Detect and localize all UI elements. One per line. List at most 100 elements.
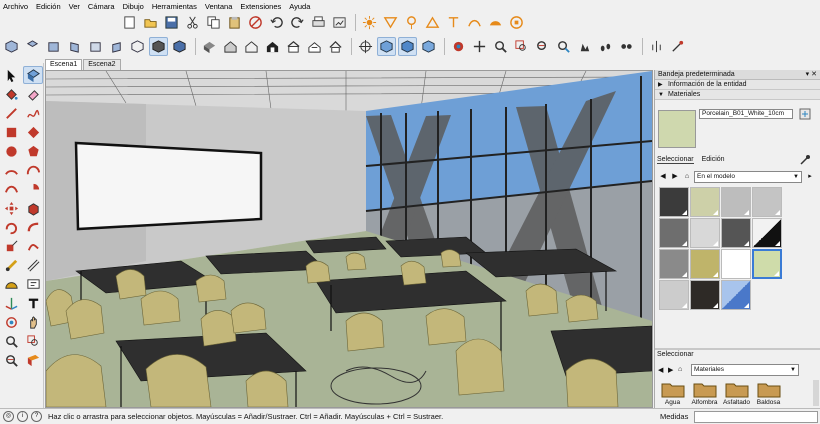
help-icon[interactable]: ?: [31, 411, 42, 422]
menu-herramientas[interactable]: Herramientas: [152, 2, 197, 11]
print-icon[interactable]: [309, 13, 328, 32]
house-4-icon[interactable]: [284, 37, 303, 56]
erase-icon[interactable]: [246, 13, 265, 32]
forward-arrow-icon[interactable]: ▶: [670, 172, 680, 182]
model-info-icon[interactable]: [330, 13, 349, 32]
forward-arrow-icon[interactable]: ▶: [668, 366, 678, 374]
category-asfaltado[interactable]: Asfaltado: [721, 380, 752, 406]
home-icon[interactable]: ⌂: [682, 172, 692, 182]
push-pull-icon[interactable]: [23, 199, 43, 217]
material-name-field[interactable]: Porcelain_B01_White_10cm: [699, 109, 793, 119]
copy-icon[interactable]: [204, 13, 223, 32]
top-view-icon[interactable]: [23, 37, 42, 56]
menu-ayuda[interactable]: Ayuda: [289, 2, 310, 11]
monochrome-icon[interactable]: [170, 37, 189, 56]
material-swatch[interactable]: [690, 249, 720, 279]
material-swatch[interactable]: [659, 187, 689, 217]
tape-measure-icon[interactable]: [1, 256, 21, 274]
rectangle-icon[interactable]: [1, 123, 21, 141]
menu-extensiones[interactable]: Extensiones: [240, 2, 281, 11]
axes-icon[interactable]: [1, 294, 21, 312]
details-arrow-icon[interactable]: ▸: [805, 172, 815, 182]
contour-icon[interactable]: [486, 13, 505, 32]
line-icon[interactable]: [1, 104, 21, 122]
new-file-icon[interactable]: [120, 13, 139, 32]
save-icon[interactable]: [162, 13, 181, 32]
tab-escena2[interactable]: Escena2: [83, 59, 121, 70]
home-icon[interactable]: ⌂: [678, 366, 688, 373]
material-swatch[interactable]: [690, 187, 720, 217]
material-swatch[interactable]: [690, 280, 720, 310]
move-icon[interactable]: [1, 199, 21, 217]
section-plane-icon[interactable]: [356, 37, 375, 56]
open-folder-icon[interactable]: [141, 13, 160, 32]
right-view-icon[interactable]: [65, 37, 84, 56]
previous-view-icon[interactable]: [554, 37, 573, 56]
section-plane-tool-icon[interactable]: [23, 351, 43, 369]
tray-splitter[interactable]: [655, 348, 820, 350]
zoom-icon[interactable]: [491, 37, 510, 56]
rotated-rectangle-icon[interactable]: [23, 123, 43, 141]
zoom-window-icon[interactable]: [512, 37, 531, 56]
sandbox-icon[interactable]: [360, 13, 379, 32]
zoom-view-icon[interactable]: [419, 37, 438, 56]
secondary-library-select[interactable]: Materiales ▼: [691, 363, 799, 376]
house-1-icon[interactable]: [221, 37, 240, 56]
back-arrow-icon[interactable]: ◀: [658, 172, 668, 182]
scale-icon[interactable]: [1, 237, 21, 255]
zoom-window-tool-icon[interactable]: [23, 332, 43, 350]
two-point-arc-icon[interactable]: [23, 161, 43, 179]
material-swatch[interactable]: [752, 249, 782, 279]
menu-ventana[interactable]: Ventana: [205, 2, 233, 11]
category-alfombra[interactable]: Alfombra: [689, 380, 720, 406]
pie-icon[interactable]: [23, 180, 43, 198]
category-agua[interactable]: Agua: [657, 380, 688, 406]
undo-icon[interactable]: [267, 13, 286, 32]
left-view-icon[interactable]: [107, 37, 126, 56]
pan-icon[interactable]: [470, 37, 489, 56]
back-arrow-icon[interactable]: ◀: [658, 366, 668, 374]
panel-entity-info[interactable]: ▶ Información de la entidad: [655, 80, 820, 90]
offset-icon[interactable]: [23, 237, 43, 255]
look-around-icon[interactable]: [617, 37, 636, 56]
material-swatch[interactable]: [721, 218, 751, 248]
house-6-icon[interactable]: [326, 37, 345, 56]
menu-archivo[interactable]: Archivo: [3, 2, 28, 11]
material-swatch[interactable]: [752, 218, 782, 248]
material-swatch[interactable]: [721, 249, 751, 279]
house-3-icon[interactable]: [263, 37, 282, 56]
model-viewport[interactable]: [45, 70, 653, 408]
menu-ver[interactable]: Ver: [69, 2, 80, 11]
orbit-view-icon[interactable]: [377, 36, 396, 56]
zoom-extents-icon[interactable]: [533, 37, 552, 56]
freehand-icon[interactable]: [23, 104, 43, 122]
material-preview[interactable]: [658, 110, 696, 148]
menu-dibujo[interactable]: Dibujo: [123, 2, 144, 11]
zoom-tool-icon[interactable]: [1, 332, 21, 350]
drape-icon[interactable]: [423, 13, 442, 32]
front-view-icon[interactable]: [44, 37, 63, 56]
smoove-icon[interactable]: [381, 13, 400, 32]
back-view-icon[interactable]: [86, 37, 105, 56]
category-baldosa[interactable]: Baldosa: [753, 380, 784, 406]
tab-escena1[interactable]: Escena1: [45, 59, 83, 70]
iso-view-icon[interactable]: [2, 37, 21, 56]
tab-seleccionar[interactable]: Seleccionar: [657, 156, 694, 164]
select-icon[interactable]: [1, 66, 21, 84]
pan-tool-icon[interactable]: [23, 313, 43, 331]
orbit-icon[interactable]: [449, 37, 468, 56]
house-2-icon[interactable]: [242, 37, 261, 56]
cut-icon[interactable]: [183, 13, 202, 32]
xray-icon[interactable]: [128, 37, 147, 56]
flip-edge-icon[interactable]: [465, 13, 484, 32]
add-detail-icon[interactable]: [444, 13, 463, 32]
material-swatch[interactable]: [721, 187, 751, 217]
pan-view-icon[interactable]: [398, 36, 417, 56]
orbit-tool-icon[interactable]: [1, 313, 21, 331]
position-camera-icon[interactable]: [575, 37, 594, 56]
dimensions-icon[interactable]: [23, 256, 43, 274]
material-swatch[interactable]: [752, 280, 782, 310]
circle-icon[interactable]: [1, 142, 21, 160]
house-5-icon[interactable]: [305, 37, 324, 56]
3d-warehouse-icon[interactable]: [507, 13, 526, 32]
